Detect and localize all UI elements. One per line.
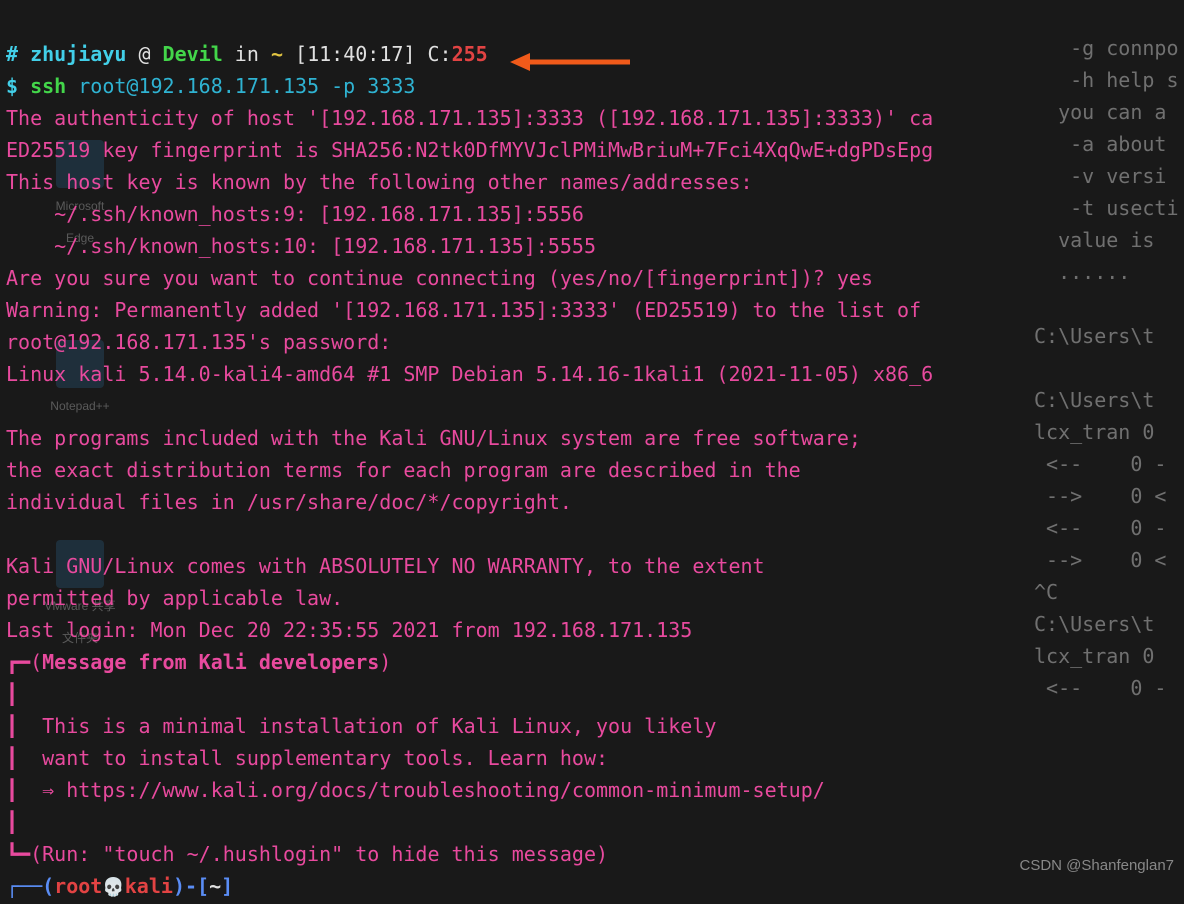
box-top-open: ┏━( bbox=[6, 650, 42, 674]
box-bar: ┃ bbox=[6, 746, 18, 770]
output-line: This host key is known by the following … bbox=[6, 170, 753, 194]
watermark: CSDN @Shanfenglan7 bbox=[1020, 850, 1174, 882]
box-bar: ┃ bbox=[6, 714, 18, 738]
box-bar: ┃ bbox=[6, 810, 18, 834]
box-msg: This is a minimal installation of Kali L… bbox=[18, 714, 716, 738]
prompt-c: C: bbox=[427, 42, 451, 66]
box-bot-close: ) bbox=[596, 842, 608, 866]
output-line: ~/.ssh/known_hosts:9: [192.168.171.135]:… bbox=[6, 202, 584, 226]
command-args: root@192.168.171.135 -p 3333 bbox=[78, 74, 415, 98]
output-line: Kali GNU/Linux comes with ABSOLUTELY NO … bbox=[6, 554, 765, 578]
box-msg: want to install supplementary tools. Lea… bbox=[18, 746, 608, 770]
terminal[interactable]: # zhujiayu @ Devil in ~ [11:40:17] C:255… bbox=[6, 6, 1184, 904]
box-msg: ⇒ https://www.kali.org/docs/troubleshoot… bbox=[18, 778, 825, 802]
kali-prompt-open: ┌──( bbox=[6, 874, 54, 898]
kali-prompt-end: ] bbox=[221, 874, 233, 898]
box-bar: ┃ bbox=[6, 682, 18, 706]
prompt-user: zhujiayu bbox=[30, 42, 126, 66]
kali-prompt-host: kali bbox=[125, 874, 173, 898]
skull-icon: 💀 bbox=[102, 872, 124, 904]
prompt-time: [11:40:17] bbox=[283, 42, 428, 66]
box-top-close: ) bbox=[379, 650, 391, 674]
prompt-in: in bbox=[223, 42, 271, 66]
box-bar: ┃ bbox=[6, 778, 18, 802]
prompt-at: @ bbox=[126, 42, 162, 66]
output-line: Linux kali 5.14.0-kali4-amd64 #1 SMP Deb… bbox=[6, 362, 933, 386]
output-line: Warning: Permanently added '[192.168.171… bbox=[6, 298, 933, 322]
output-line: Last login: Mon Dec 20 22:35:55 2021 fro… bbox=[6, 618, 692, 642]
box-bot-open: ┗━( bbox=[6, 842, 42, 866]
prompt-hash: # bbox=[6, 42, 30, 66]
kali-prompt-path: ~ bbox=[209, 874, 221, 898]
command-name: ssh bbox=[30, 74, 78, 98]
prompt-host: Devil bbox=[163, 42, 223, 66]
output-line: the exact distribution terms for each pr… bbox=[6, 458, 801, 482]
output-line: ~/.ssh/known_hosts:10: [192.168.171.135]… bbox=[6, 234, 596, 258]
output-line: root@192.168.171.135's password: bbox=[6, 330, 391, 354]
box-run: Run: "touch ~/.hushlogin" to hide this m… bbox=[42, 842, 596, 866]
box-title: Message from Kali developers bbox=[42, 650, 379, 674]
prompt-dollar: $ bbox=[6, 74, 30, 98]
kali-prompt-user: root bbox=[54, 874, 102, 898]
output-line: individual files in /usr/share/doc/*/cop… bbox=[6, 490, 572, 514]
output-line: ED25519 key fingerprint is SHA256:N2tk0D… bbox=[6, 138, 933, 162]
output-line: Are you sure you want to continue connec… bbox=[6, 266, 873, 290]
kali-prompt-close: )-[ bbox=[173, 874, 209, 898]
output-line: The programs included with the Kali GNU/… bbox=[6, 426, 861, 450]
output-line: The authenticity of host '[192.168.171.1… bbox=[6, 106, 933, 130]
prompt-path: ~ bbox=[271, 42, 283, 66]
output-line: permitted by applicable law. bbox=[6, 586, 343, 610]
prompt-exitcode: 255 bbox=[452, 42, 488, 66]
